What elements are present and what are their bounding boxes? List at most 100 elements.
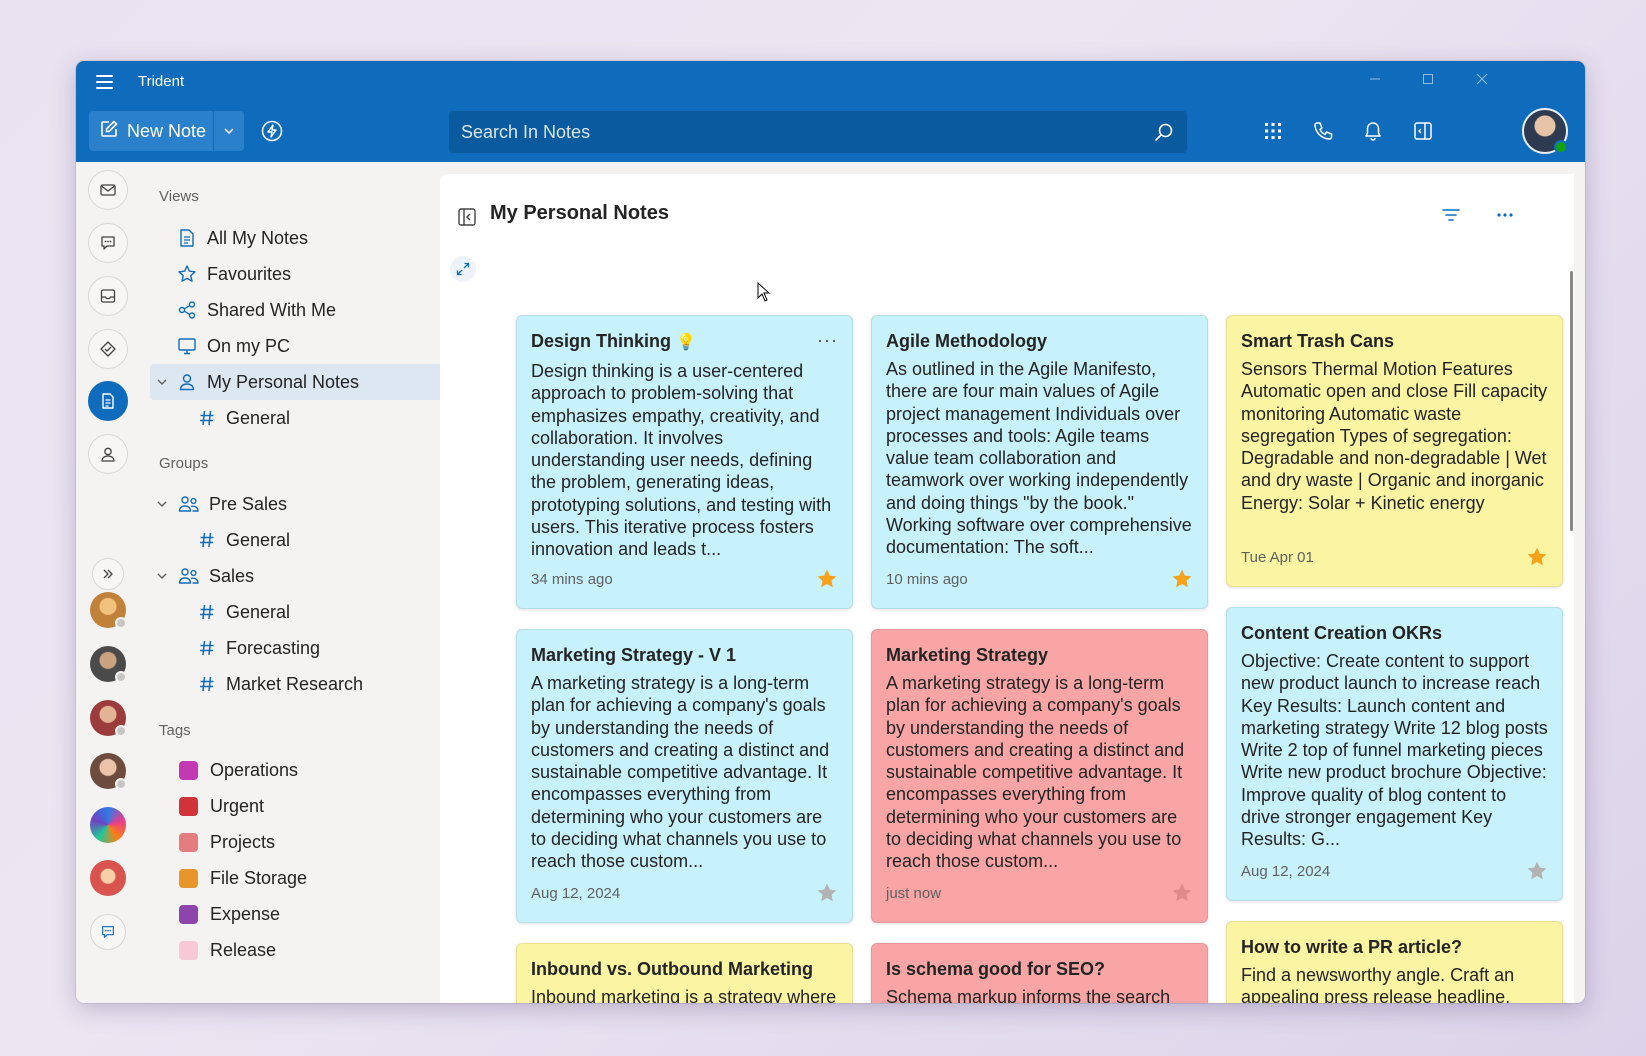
tasks-icon[interactable] (88, 329, 128, 369)
card-more-icon[interactable]: ··· (817, 330, 838, 351)
note-title: Agile Methodology (886, 331, 1047, 351)
expand-rail-icon[interactable] (92, 558, 124, 590)
feedback-icon[interactable] (90, 914, 126, 950)
tag-expense[interactable]: Expense (150, 896, 480, 932)
nav-item-favourites[interactable]: Favourites (150, 256, 480, 292)
chevron-down-icon[interactable] (156, 570, 168, 582)
search-icon[interactable] (1153, 121, 1175, 143)
note-date: Aug 12, 2024 (1241, 863, 1331, 880)
maximize-icon[interactable] (1408, 69, 1448, 93)
group-icon (178, 493, 200, 515)
tag-projects[interactable]: Projects (150, 824, 480, 860)
search-box[interactable]: Search In Notes (449, 111, 1187, 153)
nav-item-general[interactable]: General 1 (150, 522, 480, 558)
star-outline-icon[interactable] (1171, 882, 1193, 904)
new-note-button[interactable]: New Note (89, 111, 213, 151)
tag-operations[interactable]: Operations (150, 752, 480, 788)
new-note-dropdown[interactable] (214, 111, 244, 151)
filter-icon[interactable] (1440, 204, 1464, 228)
notes-nav-icon[interactable] (88, 381, 128, 421)
nav-item-label: All My Notes (207, 227, 309, 248)
lightning-icon[interactable] (260, 119, 284, 143)
note-date: 10 mins ago (886, 571, 968, 588)
chat-icon[interactable] (88, 223, 128, 263)
tag-color-swatch (179, 904, 198, 924)
nav-item-label: Market Research (226, 673, 364, 694)
nav-item-general[interactable]: General 7 (150, 594, 480, 630)
nav-item-forecasting[interactable]: Forecasting (150, 630, 480, 666)
phone-icon[interactable] (1310, 118, 1336, 144)
nav-item-sales[interactable]: Sales 7 (150, 558, 480, 594)
note-card[interactable]: Content Creation OKRs Objective: Create … (1226, 607, 1563, 901)
more-options-icon[interactable] (1494, 204, 1518, 228)
chevron-down-icon[interactable] (156, 376, 168, 388)
note-card[interactable]: Inbound vs. Outbound Marketing Inbound m… (516, 943, 853, 1003)
bell-icon[interactable] (1360, 118, 1386, 144)
person-icon (176, 371, 198, 393)
tag-color-swatch (179, 796, 198, 816)
star-outline-icon[interactable] (1526, 860, 1548, 882)
note-card[interactable]: Smart Trash Cans Sensors Thermal Motion … (1226, 315, 1563, 587)
tag-label: File Storage (210, 867, 308, 888)
apps-grid-icon[interactable] (1260, 118, 1286, 144)
contact-avatar[interactable] (90, 807, 126, 843)
note-card[interactable]: Design Thinking 💡 ··· Design thinking is… (516, 315, 853, 609)
nav-item-shared-with-me[interactable]: Shared With Me (150, 292, 480, 328)
mail-icon[interactable] (88, 170, 128, 210)
tag-color-swatch (179, 940, 198, 960)
note-card[interactable]: Is schema good for SEO? Schema markup in… (871, 943, 1208, 1003)
nav-item-pre-sales[interactable]: Pre Sales 1 (150, 486, 480, 522)
app-title: Trident (138, 73, 185, 90)
tag-label: Expense (210, 903, 281, 924)
contact-avatar[interactable] (90, 753, 127, 790)
star-filled-icon[interactable] (1171, 568, 1193, 590)
contact-avatar[interactable] (90, 700, 127, 737)
nav-item-label: General (226, 529, 291, 550)
note-card[interactable]: Marketing Strategy - V 1 A marketing str… (516, 629, 853, 923)
collapse-pane-icon[interactable] (457, 207, 479, 229)
contact-avatar[interactable] (90, 592, 127, 629)
tag-file-storage[interactable]: File Storage (150, 860, 480, 896)
lightbulb-icon: 💡 (676, 334, 696, 351)
nav-item-market-research[interactable]: Market Research (150, 666, 480, 702)
note-card[interactable]: How to write a PR article? Find a newswo… (1226, 921, 1563, 1003)
note-body: A marketing strategy is a long-term plan… (531, 673, 830, 872)
note-title: Is schema good for SEO? (886, 959, 1106, 979)
star-outline-icon[interactable] (816, 882, 838, 904)
title-bar: Trident New Note Search In Notes (76, 61, 1585, 162)
main-scrollbar[interactable] (1570, 271, 1573, 531)
tag-label: Urgent (210, 795, 265, 816)
contact-avatar[interactable] (90, 646, 127, 683)
hashtag-icon (196, 601, 218, 623)
tag-release[interactable]: Release (150, 932, 480, 968)
nav-item-general[interactable]: General 17 (150, 400, 480, 436)
title-row: Trident (76, 61, 1585, 101)
note-title: Smart Trash Cans (1241, 331, 1395, 351)
search-input[interactable]: Search In Notes (461, 122, 590, 143)
note-card[interactable]: Marketing Strategy A marketing strategy … (871, 629, 1208, 923)
nav-item-my-personal-notes[interactable]: My Personal Notes 17 (150, 364, 480, 400)
note-card[interactable]: Agile Methodology As outlined in the Agi… (871, 315, 1208, 609)
tag-color-swatch (179, 868, 198, 888)
panel-toggle-icon[interactable] (1410, 118, 1436, 144)
nav-item-on-my-pc[interactable]: On my PC (150, 328, 480, 364)
minimize-icon[interactable] (1355, 69, 1395, 93)
close-icon[interactable] (1462, 69, 1502, 93)
hamburger-menu-icon[interactable] (96, 71, 120, 93)
nav-item-all-my-notes[interactable]: All My Notes (150, 220, 480, 256)
user-avatar[interactable] (1522, 108, 1568, 154)
inbox-icon[interactable] (88, 276, 128, 316)
star-filled-icon[interactable] (1526, 546, 1548, 568)
page-title: My Personal Notes (490, 202, 669, 224)
contact-avatar[interactable] (90, 860, 126, 896)
tag-label: Release (210, 939, 277, 960)
tag-urgent[interactable]: Urgent (150, 788, 480, 824)
chevron-down-icon[interactable] (156, 498, 168, 510)
expand-icon[interactable] (450, 256, 476, 282)
notes-icon (176, 227, 198, 249)
contacts-icon[interactable] (88, 434, 128, 474)
star-filled-icon[interactable] (816, 568, 838, 590)
tag-label: Projects (210, 831, 276, 852)
note-date: Tue Apr 01 (1241, 549, 1314, 566)
group-icon (178, 565, 200, 587)
